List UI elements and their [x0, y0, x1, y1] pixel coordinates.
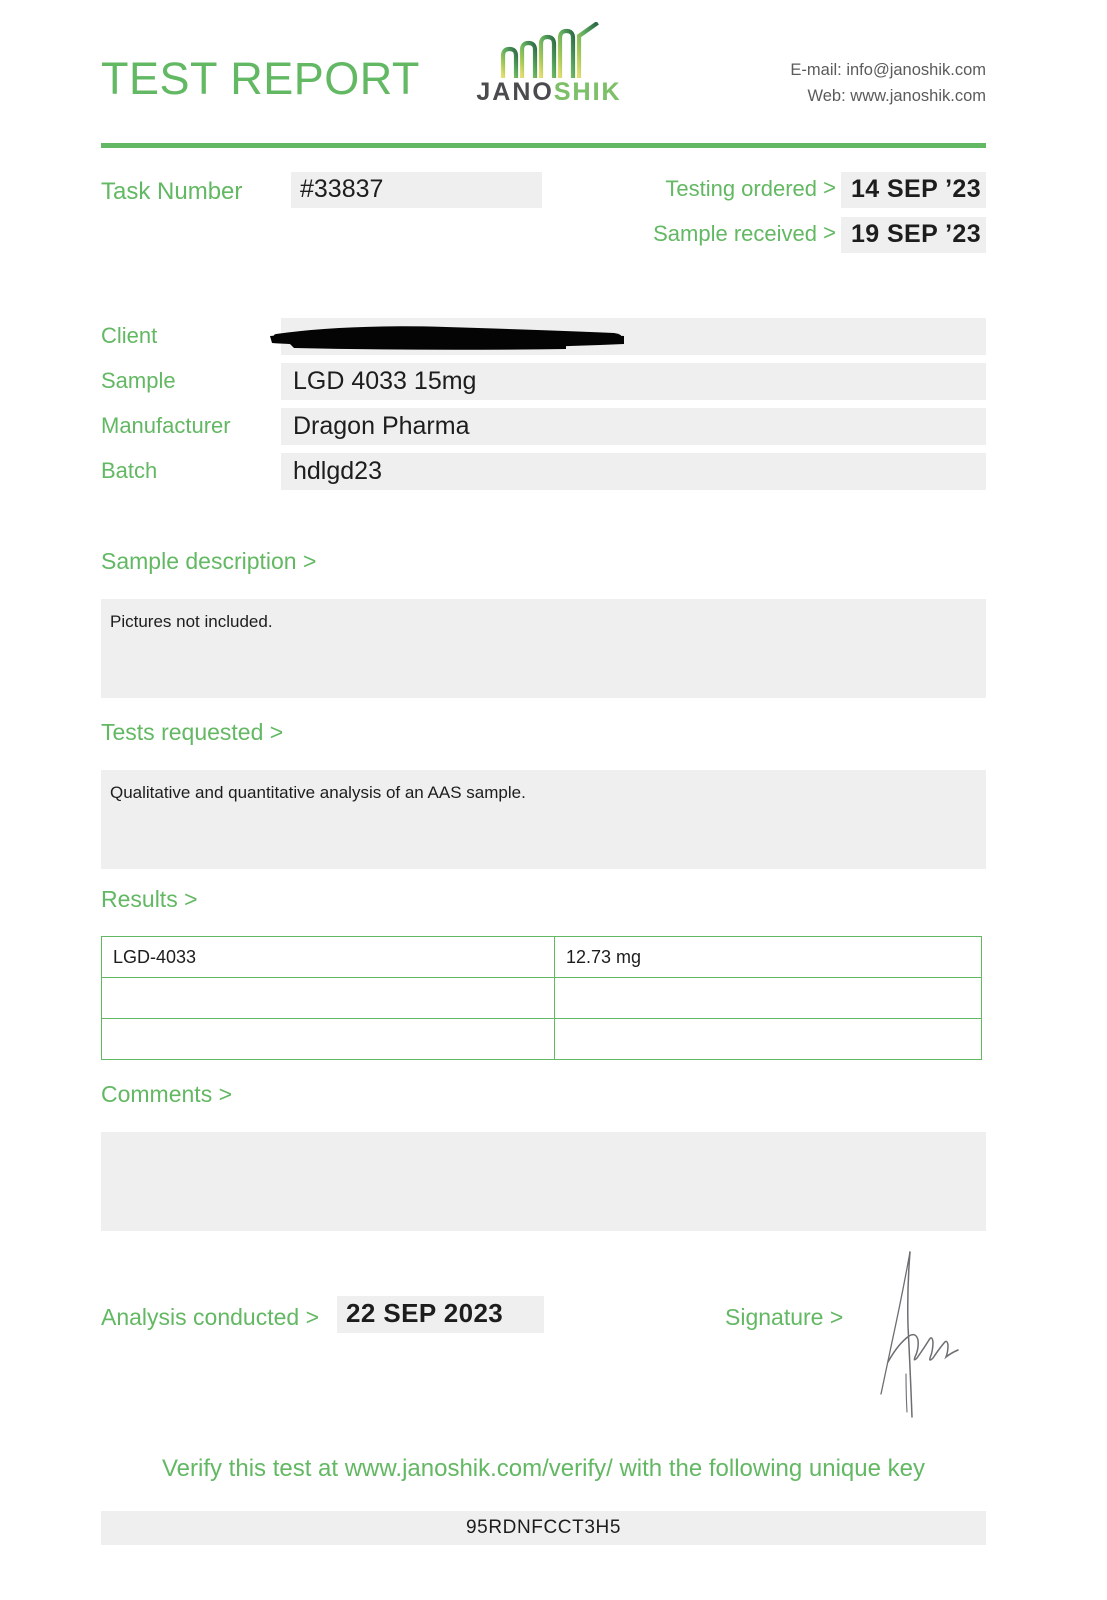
comments-heading: Comments > — [101, 1081, 233, 1107]
brand-wordmark: JANOSHIK — [469, 80, 629, 105]
field-row-sample: Sample LGD 4033 15mg — [101, 363, 986, 408]
sample-description-text: Pictures not included. — [110, 612, 273, 631]
signature-label: Signature > — [725, 1304, 844, 1330]
analysis-signature-row: Analysis conducted > 22 SEP 2023 Signatu… — [101, 1251, 986, 1418]
sample-received-caret-icon: > — [823, 220, 836, 245]
analysis-conducted-value: 22 SEP 2023 — [337, 1296, 544, 1333]
section-comments: Comments > — [101, 1081, 986, 1231]
result-compound-amount — [554, 977, 982, 1019]
test-report-page: TEST REPORT JANOSHIK E-mail: info@janosh… — [0, 0, 1107, 1600]
analysis-conducted-label: Analysis conducted > — [101, 1304, 319, 1330]
batch-value: hdlgd23 — [293, 457, 382, 485]
tests-requested-heading: Tests requested > — [101, 719, 284, 745]
section-results: Results > LGD-4033 12.73 mg — [101, 886, 986, 1060]
report-content: TEST REPORT JANOSHIK E-mail: info@janosh… — [101, 0, 986, 1545]
testing-ordered-caret-icon: > — [823, 175, 836, 200]
manufacturer-label: Manufacturer — [101, 413, 231, 438]
testing-ordered-label: Testing ordered — [665, 176, 817, 201]
batch-label: Batch — [101, 458, 158, 483]
comments-box — [101, 1132, 986, 1231]
table-row: LGD-4033 12.73 mg — [101, 936, 982, 978]
results-heading: Results > — [101, 886, 198, 912]
testing-ordered-value: 14 SEP ’23 — [841, 172, 986, 208]
header-divider — [101, 143, 986, 148]
task-number-value: #33837 — [291, 172, 542, 208]
result-compound-name: LGD-4033 — [101, 936, 555, 978]
brand-logo: JANOSHIK — [469, 22, 629, 105]
unique-key-value: 95RDNFCCT3H5 — [465, 1517, 621, 1538]
sample-label: Sample — [101, 368, 176, 393]
result-compound-amount: 12.73 mg — [554, 936, 982, 978]
sample-description-box: Pictures not included. — [101, 599, 986, 698]
sample-info-fields: Client Sample LGD 4033 15mg Manufacturer… — [101, 318, 986, 498]
client-field — [281, 318, 986, 355]
tests-requested-text: Qualitative and quantitative analysis of… — [110, 783, 526, 802]
result-compound-amount — [554, 1018, 982, 1060]
contact-web: Web: www.janoshik.com — [807, 86, 986, 105]
table-row — [101, 977, 982, 1019]
table-row — [101, 1018, 982, 1060]
sample-received-label: Sample received — [653, 221, 817, 246]
field-row-client: Client — [101, 318, 986, 363]
contact-info: E-mail: info@janoshik.com Web: www.janos… — [790, 58, 986, 109]
verify-instruction: Verify this test at www.janoshik.com/ver… — [161, 1455, 925, 1482]
brand-wordmark-shik: SHIK — [553, 78, 622, 106]
batch-field — [281, 453, 986, 490]
unique-key-box: 95RDNFCCT3H5 — [101, 1511, 986, 1545]
section-sample-description: Sample description > Pictures not includ… — [101, 548, 986, 698]
client-label: Client — [101, 323, 158, 348]
section-tests-requested: Tests requested > Qualitative and quanti… — [101, 719, 986, 869]
tests-requested-box: Qualitative and quantitative analysis of… — [101, 770, 986, 869]
manufacturer-value: Dragon Pharma — [293, 412, 470, 440]
result-compound-name — [101, 977, 555, 1019]
brand-wordmark-jano: JANO — [476, 78, 554, 106]
comments-text — [101, 1132, 986, 1144]
task-summary: Task Number #33837 Testing ordered > 14 … — [101, 172, 986, 262]
task-number-label: Task Number — [101, 178, 243, 205]
results-table: LGD-4033 12.73 mg — [101, 936, 982, 1060]
result-compound-name — [101, 1018, 555, 1060]
sample-value: LGD 4033 15mg — [293, 367, 477, 395]
field-row-manufacturer: Manufacturer Dragon Pharma — [101, 408, 986, 453]
page-title: TEST REPORT — [101, 53, 420, 104]
report-header: TEST REPORT JANOSHIK E-mail: info@janosh… — [101, 0, 986, 128]
janoshik-chart-mark — [500, 22, 599, 78]
sample-description-heading: Sample description > — [101, 548, 317, 574]
field-row-batch: Batch hdlgd23 — [101, 453, 986, 498]
handwritten-signature — [880, 1251, 959, 1418]
sample-received-value: 19 SEP ’23 — [841, 217, 986, 253]
contact-email: E-mail: info@janoshik.com — [790, 61, 986, 79]
